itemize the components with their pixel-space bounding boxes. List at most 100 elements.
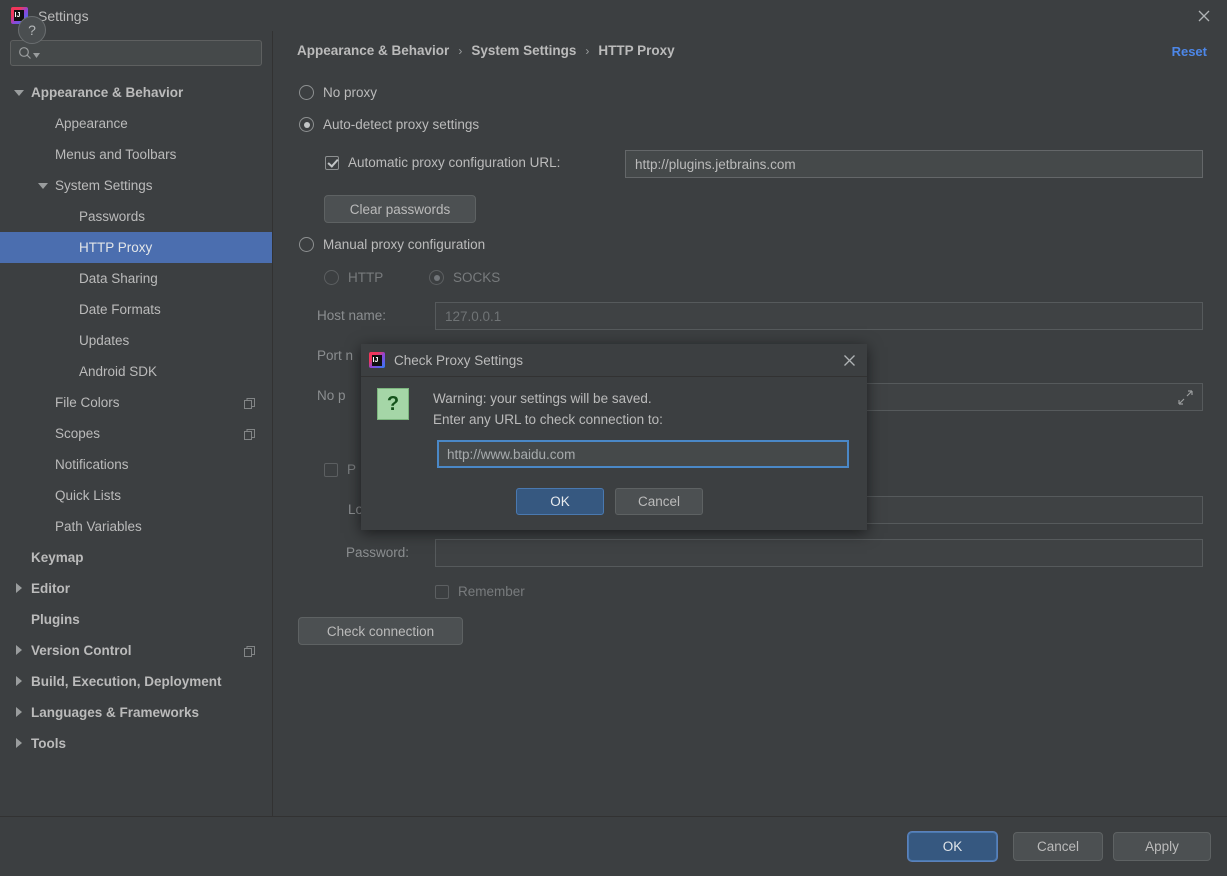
socks-protocol-option[interactable]: SOCKS <box>429 270 500 285</box>
apply-button[interactable]: Apply <box>1113 832 1211 861</box>
remember-option[interactable]: Remember <box>435 584 525 599</box>
pac-url-label: Automatic proxy configuration URL: <box>348 155 561 170</box>
proxy-authentication-option[interactable]: P <box>324 462 356 477</box>
auto-detect-proxy-option[interactable]: Auto-detect proxy settings <box>299 117 479 132</box>
sidebar-item-label: Data Sharing <box>79 271 158 286</box>
sidebar-item-notifications[interactable]: Notifications <box>0 449 272 480</box>
sidebar-item-plugins[interactable]: Plugins <box>0 604 272 635</box>
sidebar-item-data-sharing[interactable]: Data Sharing <box>0 263 272 294</box>
manual-proxy-option[interactable]: Manual proxy configuration <box>299 237 485 252</box>
cancel-button[interactable]: Cancel <box>1013 832 1103 861</box>
dialog-message-line1: Warning: your settings will be saved. <box>433 391 652 406</box>
chevron-right-icon[interactable] <box>14 583 25 594</box>
sidebar-item-label: Scopes <box>55 426 101 441</box>
sidebar-item-menus-and-toolbars[interactable]: Menus and Toolbars <box>0 139 272 170</box>
sidebar-item-file-colors[interactable]: File Colors <box>0 387 272 418</box>
socks-protocol-radio[interactable] <box>429 270 444 285</box>
sidebar-item-tools[interactable]: Tools <box>0 728 272 759</box>
search-icon <box>19 47 31 59</box>
sidebar-item-keymap[interactable]: Keymap <box>0 542 272 573</box>
help-button[interactable]: ? <box>18 16 46 44</box>
settings-tree: Appearance & Behavior Appearance Menus and… <box>0 77 272 759</box>
chevron-right-icon[interactable] <box>14 645 25 656</box>
breadcrumb-item-appearance-behavior[interactable]: Appearance & Behavior <box>297 43 449 58</box>
manual-proxy-radio[interactable] <box>299 237 314 252</box>
sidebar-item-editor[interactable]: Editor <box>0 573 272 604</box>
chevron-right-icon[interactable] <box>14 707 25 718</box>
sidebar-item-build-execution-deployment[interactable]: Build, Execution, Deployment <box>0 666 272 697</box>
sidebar-item-scopes[interactable]: Scopes <box>0 418 272 449</box>
password-input[interactable] <box>435 539 1203 567</box>
window-close-button[interactable] <box>1181 0 1227 31</box>
http-protocol-radio[interactable] <box>324 270 339 285</box>
dialog-cancel-label: Cancel <box>637 494 681 509</box>
copy-settings-icon[interactable] <box>244 645 255 657</box>
no-proxy-option[interactable]: No proxy <box>299 85 377 100</box>
reset-link[interactable]: Reset <box>1172 44 1207 59</box>
sidebar-item-label: Version Control <box>31 643 132 658</box>
search-input[interactable] <box>10 40 262 66</box>
dialog-titlebar: Check Proxy Settings <box>361 344 867 377</box>
no-proxy-for-label: No p <box>317 388 346 403</box>
expand-icon[interactable] <box>1178 389 1193 405</box>
chevron-right-icon[interactable] <box>14 738 25 749</box>
chevron-right-icon[interactable] <box>14 676 25 687</box>
pac-url-value: http://plugins.jetbrains.com <box>635 156 796 172</box>
chevron-down-icon[interactable] <box>38 180 49 191</box>
pac-url-checkbox[interactable] <box>325 155 339 170</box>
http-protocol-option[interactable]: HTTP <box>324 270 383 285</box>
sidebar-item-label: Quick Lists <box>55 488 122 503</box>
breadcrumb-separator: › <box>458 43 463 58</box>
dialog-cancel-button[interactable]: Cancel <box>615 488 703 515</box>
sidebar-item-label: System Settings <box>55 178 153 193</box>
clear-passwords-button[interactable]: Clear passwords <box>324 195 476 223</box>
auto-detect-proxy-label: Auto-detect proxy settings <box>323 117 480 132</box>
pac-url-input[interactable]: http://plugins.jetbrains.com <box>625 150 1203 178</box>
close-icon <box>1198 10 1210 21</box>
host-name-input[interactable]: 127.0.0.1 <box>435 302 1203 330</box>
check-connection-button[interactable]: Check connection <box>298 617 463 645</box>
sidebar-item-android-sdk[interactable]: Android SDK <box>0 356 272 387</box>
dialog-url-input[interactable]: http://www.baidu.com <box>437 440 849 468</box>
sidebar-item-appearance-behavior[interactable]: Appearance & Behavior <box>0 77 272 108</box>
check-proxy-settings-dialog: Check Proxy Settings ? Warning: your set… <box>361 344 867 530</box>
sidebar-item-http-proxy[interactable]: HTTP Proxy <box>0 232 272 263</box>
ok-button[interactable]: OK <box>908 832 997 861</box>
sidebar-item-system-settings[interactable]: System Settings <box>0 170 272 201</box>
proxy-authentication-checkbox[interactable] <box>324 462 338 477</box>
question-icon: ? <box>377 388 409 420</box>
sidebar-item-passwords[interactable]: Passwords <box>0 201 272 232</box>
sidebar-item-updates[interactable]: Updates <box>0 325 272 356</box>
sidebar-item-languages-frameworks[interactable]: Languages & Frameworks <box>0 697 272 728</box>
http-protocol-label: HTTP <box>348 270 384 285</box>
sidebar-item-label: Plugins <box>31 612 80 627</box>
sidebar-item-quick-lists[interactable]: Quick Lists <box>0 480 272 511</box>
pac-url-option[interactable]: Automatic proxy configuration URL: <box>325 155 560 170</box>
dialog-ok-button[interactable]: OK <box>516 488 604 515</box>
settings-sidebar: Appearance & Behavior Appearance Menus and… <box>0 31 273 816</box>
sidebar-item-path-variables[interactable]: Path Variables <box>0 511 272 542</box>
copy-settings-icon[interactable] <box>244 397 255 409</box>
socks-protocol-label: SOCKS <box>453 270 501 285</box>
no-proxy-radio[interactable] <box>299 85 314 100</box>
help-icon: ? <box>28 22 36 38</box>
sidebar-item-appearance[interactable]: Appearance <box>0 108 272 139</box>
proxy-authentication-label: P <box>347 462 357 477</box>
chevron-down-icon[interactable] <box>14 87 25 98</box>
remember-checkbox[interactable] <box>435 584 449 599</box>
sidebar-item-version-control[interactable]: Version Control <box>0 635 272 666</box>
host-name-label: Host name: <box>317 308 387 323</box>
copy-settings-icon[interactable] <box>244 428 255 440</box>
breadcrumb-item-system-settings[interactable]: System Settings <box>471 43 576 58</box>
breadcrumb: Appearance & Behavior › System Settings … <box>297 43 675 58</box>
sidebar-item-label: Appearance <box>55 116 128 131</box>
auto-detect-proxy-radio[interactable] <box>299 117 314 132</box>
dialog-close-button[interactable] <box>838 349 860 371</box>
breadcrumb-item-http-proxy: HTTP Proxy <box>598 43 675 58</box>
sidebar-item-date-formats[interactable]: Date Formats <box>0 294 272 325</box>
